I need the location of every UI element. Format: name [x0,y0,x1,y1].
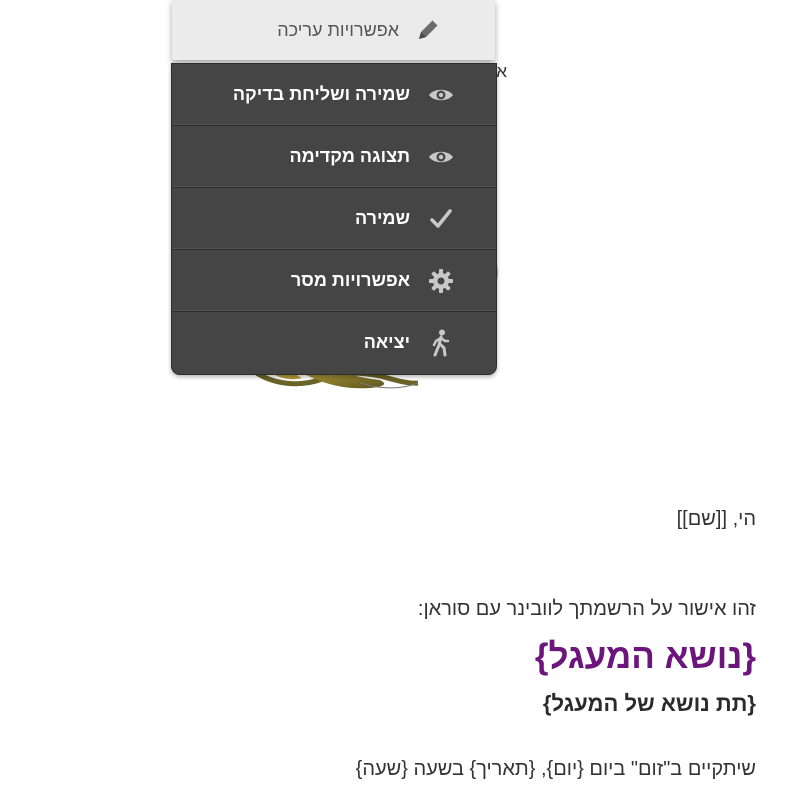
edit-options-button[interactable]: אפשרויות עריכה [172,0,495,60]
edit-options-menu: שמירה ושליחת בדיקה תצוגה מקדימה שמירה אפ… [171,63,497,375]
checkmark-icon [426,204,456,234]
menu-item-exit[interactable]: יציאה [172,312,496,373]
menu-item-label: אפשרויות מסר [290,270,410,290]
menu-item-save[interactable]: שמירה [172,188,496,250]
email-body: הי, [[שם]] זהו אישור על הרשמתך לוובינר ע… [56,505,756,783]
pencil-icon [413,15,443,45]
menu-item-preview[interactable]: תצוגה מקדימה [172,126,496,188]
eye-icon [426,80,456,110]
menu-item-label: יציאה [363,332,410,352]
menu-item-message-options[interactable]: אפשרויות מסר [172,250,496,312]
menu-item-label: שמירה ושליחת בדיקה [232,84,410,104]
menu-item-label: שמירה [355,208,410,228]
greeting-text[interactable]: הי, [[שם]] [56,505,756,533]
walking-person-icon [426,328,456,358]
subtopic-heading[interactable]: {תת נושא של המעגל} [56,689,756,719]
edit-options-label: אפשרויות עריכה [277,19,399,40]
schedule-text[interactable]: שיתקיים ב"זום" ביום {יום}, {תאריך} בשעה … [56,755,756,783]
menu-item-label: תצוגה מקדימה [289,146,410,166]
topic-heading[interactable]: {נושא המעגל} [56,635,756,679]
eye-icon [426,142,456,172]
gear-icon [426,266,456,296]
confirmation-text[interactable]: זהו אישור על הרשמתך לוובינר עם סוראן: [56,595,756,623]
menu-item-save-and-send-test[interactable]: שמירה ושליחת בדיקה [172,64,496,126]
email-editor-page: או הי, [[שם]] זהו אישור על הרשמתך לוובינ… [0,0,796,792]
